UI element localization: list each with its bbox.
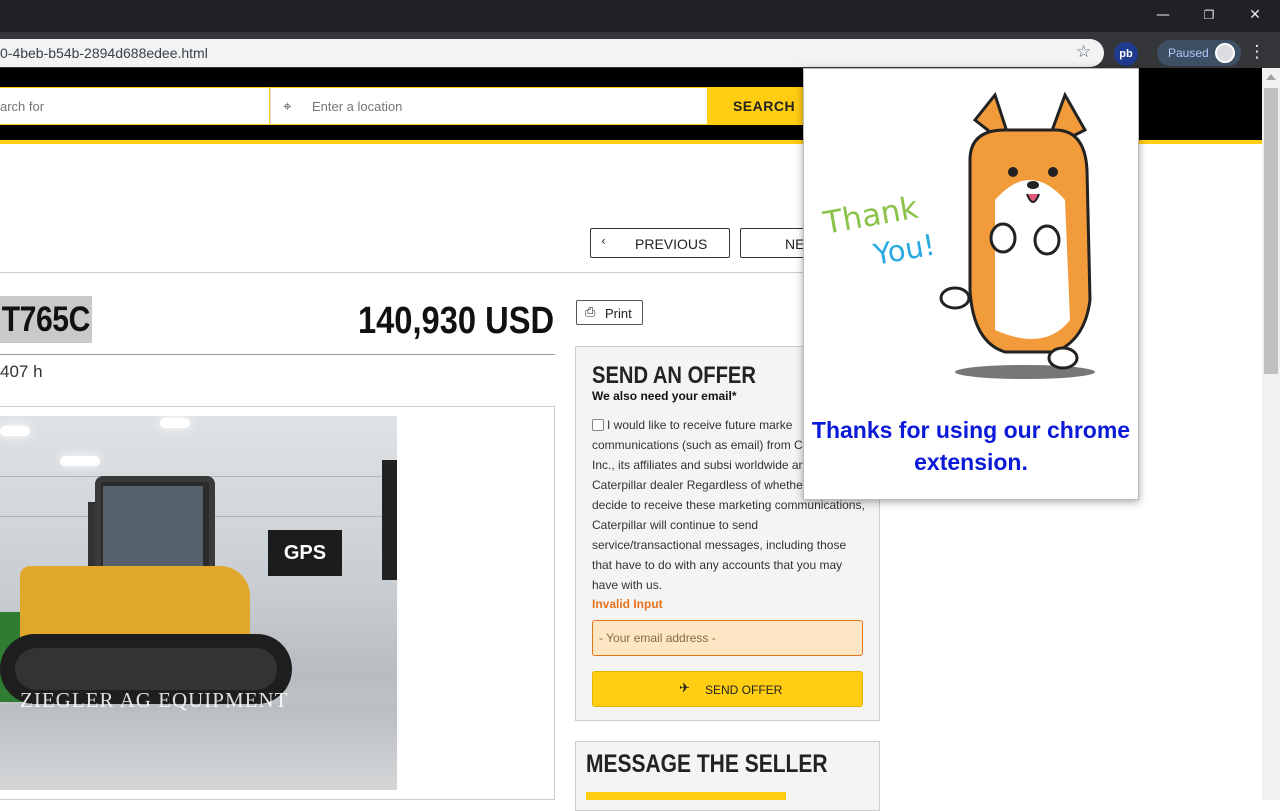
scroll-up-arrow-icon[interactable] [1266,74,1276,80]
ceiling-light [0,426,30,436]
listing-hours: 407 h [0,362,43,381]
gps-sign: GPS [268,530,342,576]
listing-model-title: T765C [0,296,92,343]
window-titlebar [0,0,1280,32]
address-url: 0-4beb-b54b-2894d688edee.html [0,45,208,61]
popup-thanks-message: Thanks for using our chrome extension. [811,417,1131,475]
marketing-consent-checkbox[interactable] [592,419,604,431]
profile-avatar [1215,43,1235,63]
wall-banner [382,460,397,580]
message-seller-button[interactable] [586,792,786,800]
listing-price: 140,930 USD [357,300,554,342]
title-underline [0,354,555,355]
crosshair-location-icon[interactable]: ⌖ [283,97,291,115]
printer-icon: ⎙ [585,305,596,320]
scrollbar-thumb[interactable] [1264,88,1278,374]
email-error-message: Invalid Input [592,597,663,611]
restore-icon[interactable]: ❐ [1186,0,1232,32]
photo-watermark: ZIEGLER AG EQUIPMENT [20,688,289,712]
message-seller-title: MESSAGE THE SELLER [586,750,828,778]
previous-label: PREVIOUS [635,236,708,252]
section-divider [0,272,880,273]
profile-status: Paused [1168,46,1209,60]
print-button[interactable]: ⎙ Print [576,300,643,325]
shop-floor [0,704,397,790]
paper-plane-icon: ✈ [679,681,690,696]
keyword-search-placeholder: arch for [0,99,45,114]
corgi-illustration [939,91,1095,379]
print-label: Print [605,306,632,321]
keyword-search-input[interactable]: arch for [0,87,270,125]
listing-photo[interactable]: GPS ZIEGLER AG EQUIPMENT [0,416,397,790]
bookmark-star-icon[interactable]: ☆ [1076,42,1091,62]
email-field[interactable] [592,620,863,656]
send-offer-title: SEND AN OFFER [592,362,756,389]
next-label: NE [785,236,805,252]
tractor-track-wheels [15,648,277,690]
location-placeholder: Enter a location [312,99,403,114]
tractor-cab-glass [103,486,203,566]
send-offer-button[interactable]: ✈ SEND OFFER [592,671,863,707]
close-icon[interactable]: ✕ [1232,0,1278,32]
send-offer-subtitle: We also need your email* [592,389,737,403]
minimize-icon[interactable]: — [1140,0,1186,32]
location-input[interactable]: ⌖ Enter a location [270,87,708,125]
ceiling-light [60,456,100,466]
chevron-left-icon: ‹ [601,234,606,248]
send-offer-label: SEND OFFER [705,683,783,697]
browser-menu-icon[interactable]: ⋮ [1248,42,1266,64]
extension-pb-icon[interactable]: pb [1114,42,1138,66]
previous-listing-button[interactable]: ‹ PREVIOUS [590,228,730,258]
profile-button[interactable]: Paused [1157,40,1241,66]
address-bar[interactable]: 0-4beb-b54b-2894d688edee.html [0,39,1104,67]
ceiling-light [160,418,190,428]
